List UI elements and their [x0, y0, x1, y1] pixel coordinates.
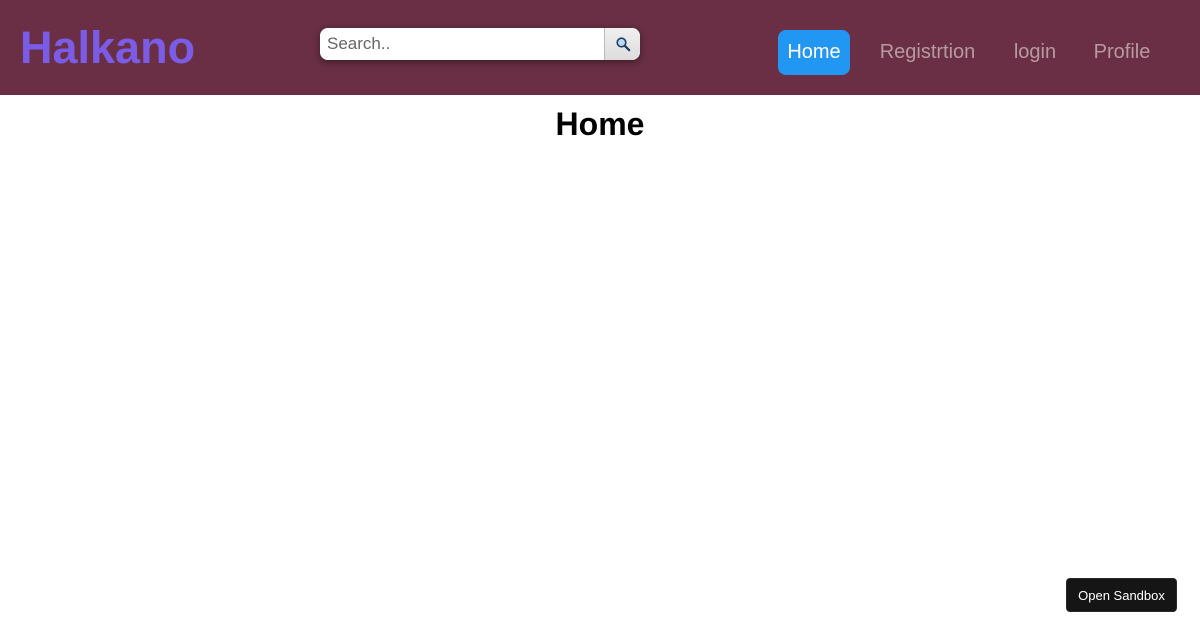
site-logo[interactable]: Halkano: [20, 20, 195, 75]
nav-item-profile[interactable]: Profile: [1086, 30, 1158, 75]
open-sandbox-button[interactable]: Open Sandbox: [1066, 578, 1177, 612]
nav-item-registration[interactable]: Registrtion: [870, 30, 985, 75]
search-bar: [320, 28, 640, 60]
nav-item-login[interactable]: login: [1003, 30, 1067, 75]
search-button[interactable]: [604, 28, 640, 60]
top-navigation-bar: Halkano Home Registrtion login Profile: [0, 0, 1200, 95]
page-title: Home: [555, 106, 645, 142]
nav-item-home[interactable]: Home: [778, 30, 850, 75]
search-input[interactable]: [320, 28, 604, 60]
search-icon: [615, 37, 630, 52]
